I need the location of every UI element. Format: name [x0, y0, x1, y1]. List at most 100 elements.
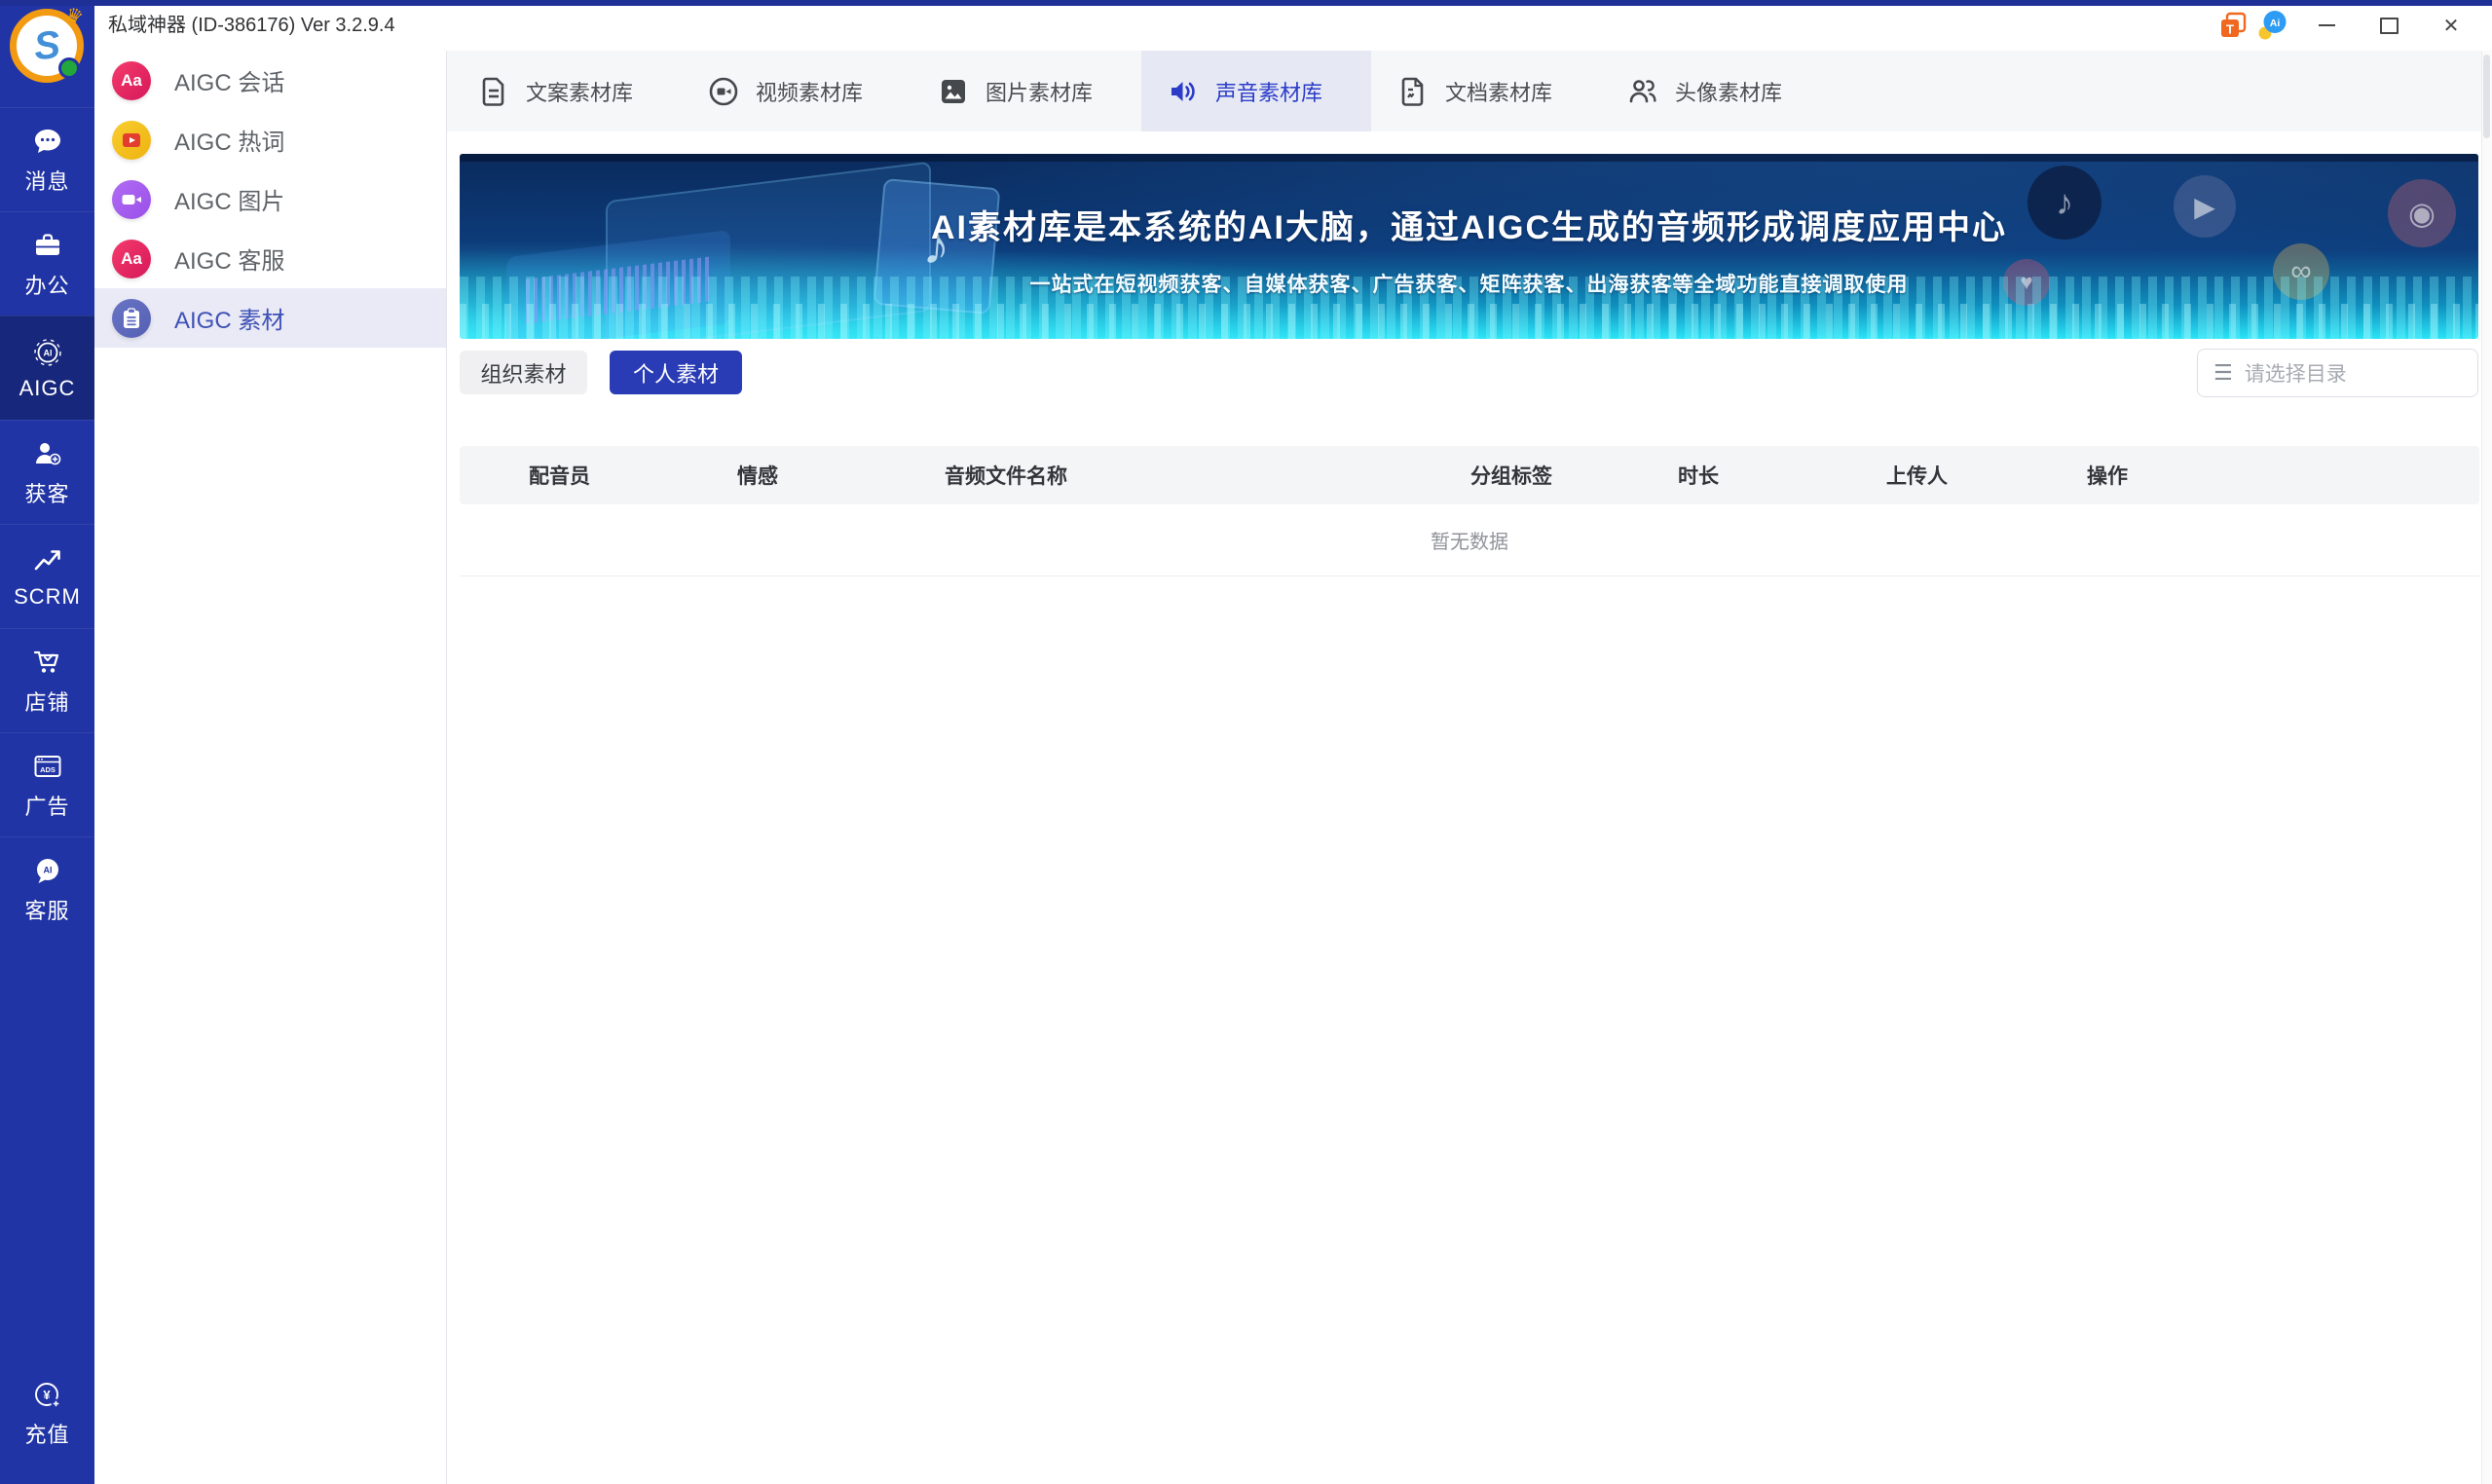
sidebar-item-label: 广告 [24, 794, 70, 819]
svg-text:Ai: Ai [2270, 18, 2281, 29]
menu-item-aigc-hotwords[interactable]: AIGC 热词 [94, 110, 446, 169]
sidebar-item-acquisition[interactable]: 获客 [0, 420, 94, 524]
menu-item-label: AIGC 会话 [174, 70, 285, 96]
sidebar-item-label: SCRM [14, 583, 81, 609]
text-doc-icon [482, 77, 504, 106]
sidebar-item-office[interactable]: 办公 [0, 211, 94, 315]
menu-lines-icon: ☰ [2213, 360, 2233, 385]
ads-window-icon: ADS [34, 755, 60, 777]
sidebar-item-label: 店铺 [24, 689, 70, 715]
sidebar-item-label: 获客 [24, 481, 70, 506]
window-top-edge [0, 0, 2492, 6]
tab-label: 头像素材库 [1675, 80, 1783, 105]
trend-chart-icon [34, 549, 60, 570]
menu-item-aigc-support[interactable]: Aa AIGC 客服 [94, 229, 446, 288]
sidebar-item-aigc[interactable]: AI AIGC [0, 315, 94, 420]
aigc-submenu: Aa AIGC 会话 AIGC 热词 AIGC 图片 Aa AIGC 客服 AI… [94, 51, 447, 1484]
banner-subtitle: 一站式在短视频获客、自媒体获客、广告获客、矩阵获客、出海获客等全域功能直接调取使… [1029, 274, 1909, 296]
tab-label: 声音素材库 [1215, 80, 1323, 105]
ai-assistant-icon: Ai [2258, 11, 2287, 40]
users-icon [1629, 79, 1656, 102]
speaker-icon [1172, 81, 1195, 101]
svg-text:T: T [2226, 22, 2234, 37]
sidebar-item-recharge[interactable]: ¥ 充值 [0, 1365, 94, 1463]
org-materials-button[interactable]: 组织素材 [460, 351, 587, 394]
menu-item-label: AIGC 图片 [174, 189, 285, 215]
tab-label: 图片素材库 [986, 80, 1094, 105]
maximize-icon [2379, 17, 2399, 34]
sidebar-item-ads[interactable]: ADS 广告 [0, 732, 94, 836]
document-file-icon [1401, 77, 1424, 106]
material-library-tabs: 文案素材库 视频素材库 图片素材库 声音素材库 文档素材库 头像素材库 [446, 51, 2482, 131]
svg-text:AI: AI [43, 865, 52, 874]
video-circle-icon [709, 77, 738, 105]
menu-item-aigc-session[interactable]: Aa AIGC 会话 [94, 51, 446, 110]
col-filename: 音频文件名称 [945, 465, 1067, 488]
ai-assistant-button[interactable]: Ai [2252, 6, 2291, 45]
sidebar-item-shop[interactable]: 店铺 [0, 628, 94, 732]
svg-text:ADS: ADS [40, 765, 56, 774]
ai-chat-icon: AI [36, 858, 58, 883]
menu-item-label: AIGC 客服 [174, 248, 285, 275]
directory-select[interactable]: ☰ 请选择目录 [2197, 349, 2478, 397]
banner-top-stripe [460, 154, 2478, 162]
svg-text:AI: AI [43, 348, 52, 357]
logo-letter: S [31, 22, 62, 68]
image-icon [942, 79, 965, 103]
camera-badge-icon [112, 179, 151, 219]
chat-bubble-icon [34, 129, 60, 153]
col-uploader: 上传人 [1886, 465, 1948, 488]
sidebar-item-label: 消息 [24, 168, 70, 194]
col-emotion: 情感 [737, 465, 778, 488]
col-duration: 时长 [1678, 465, 1719, 488]
close-button[interactable]: ✕ [2432, 6, 2471, 45]
vertical-scrollbar [2481, 51, 2492, 1484]
recharge-yuan-icon: ¥ [34, 1383, 60, 1409]
personal-materials-button[interactable]: 个人素材 [610, 351, 742, 394]
badge-text: Aa [121, 248, 142, 268]
menu-item-label: AIGC 素材 [174, 308, 285, 334]
col-group-tag: 分组标签 [1470, 465, 1552, 488]
minimize-button[interactable] [2307, 6, 2346, 45]
tab-video-materials[interactable]: 视频素材库 [682, 51, 911, 131]
video-play-badge-icon [112, 120, 151, 160]
close-icon: ✕ [2442, 15, 2460, 37]
tab-label: 文案素材库 [526, 80, 634, 105]
t-badge-icon: T [2221, 12, 2247, 37]
col-voice-actor: 配音员 [529, 465, 590, 488]
svg-text:¥: ¥ [43, 1388, 51, 1402]
t-app-button[interactable]: T [2213, 6, 2252, 45]
sidebar-item-label: 客服 [24, 898, 70, 923]
directory-placeholder: 请选择目录 [2244, 363, 2347, 386]
menu-item-aigc-images[interactable]: AIGC 图片 [94, 169, 446, 229]
tab-image-materials[interactable]: 图片素材库 [911, 51, 1141, 131]
main-content: 文案素材库 视频素材库 图片素材库 声音素材库 文档素材库 头像素材库 ♪ ♪ … [446, 51, 2482, 1484]
scrollbar-thumb[interactable] [2483, 55, 2490, 138]
tab-audio-materials[interactable]: 声音素材库 [1141, 51, 1371, 131]
col-actions: 操作 [2087, 465, 2128, 488]
badge-text: Aa [121, 70, 142, 90]
tab-text-materials[interactable]: 文案素材库 [452, 51, 682, 131]
empty-state: 暂无数据 [460, 504, 2479, 576]
minimize-icon [2318, 24, 2335, 26]
app-logo: S ♛ [10, 3, 86, 83]
aa-badge-icon: Aa [112, 239, 151, 278]
audio-table-header: 配音员 情感 音频文件名称 分组标签 时长 上传人 操作 [460, 446, 2479, 504]
tab-avatar-materials[interactable]: 头像素材库 [1601, 51, 1831, 131]
sidebar-item-scrm[interactable]: SCRM [0, 524, 94, 628]
maximize-button[interactable] [2369, 6, 2408, 45]
menu-item-aigc-materials[interactable]: AIGC 素材 [94, 288, 446, 348]
sidebar-item-support[interactable]: AI 客服 [0, 836, 94, 941]
online-status-dot [58, 57, 80, 79]
banner-title: AI素材库是本系统的AI大脑，通过AIGC生成的音频形成调度应用中心 [931, 209, 2007, 246]
sidebar-item-messages[interactable]: 消息 [0, 107, 94, 211]
tab-document-materials[interactable]: 文档素材库 [1371, 51, 1601, 131]
titlebar: 私域神器 (ID-386176) Ver 3.2.9.4 T Ai ✕ [94, 0, 2492, 51]
clipboard-badge-icon [112, 298, 151, 338]
tab-label: 文档素材库 [1445, 80, 1553, 105]
primary-sidebar: S ♛ 消息 办公 AI AIGC 获客 SCRM 店铺 ADS 广告 AI 客… [0, 0, 94, 1484]
aigc-banner: ♪ ♪ ▶ ♥ ∞ ◉ AI素材库是本系统的AI大脑，通过AIGC生成的音频形成… [460, 154, 2478, 339]
cart-icon [33, 650, 58, 673]
briefcase-icon [35, 233, 59, 255]
window-title: 私域神器 (ID-386176) Ver 3.2.9.4 [108, 15, 395, 36]
